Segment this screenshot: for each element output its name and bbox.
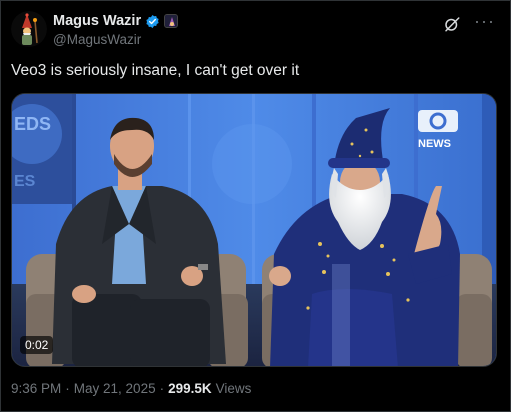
news-logo-text: NEWS [418, 138, 451, 150]
more-options-icon[interactable]: ··· [474, 11, 495, 32]
views-count[interactable]: 299.5K [168, 381, 212, 396]
author-handle[interactable]: @MagusWazir [53, 32, 178, 47]
post-date[interactable]: May 21, 2025 [74, 381, 156, 396]
post-time[interactable]: 9:36 PM [11, 381, 61, 396]
grok-icon[interactable] [443, 15, 461, 33]
meta-separator: · [159, 381, 165, 396]
video-player[interactable]: EDS ES NEWS 0:02 [11, 93, 497, 367]
affiliate-badge-icon[interactable] [164, 14, 179, 28]
bg-text-2: ES [14, 173, 36, 190]
avatar[interactable] [11, 11, 47, 47]
bg-text-1: EDS [14, 114, 51, 134]
video-duration: 0:02 [20, 336, 54, 354]
author-display-name[interactable]: Magus Wazir [53, 13, 141, 29]
meta-separator: · [65, 381, 70, 396]
verified-badge-icon [145, 14, 160, 29]
post-card[interactable]: Magus Wazir @MagusWazir ··· Veo3 is seri… [0, 0, 511, 412]
views-label: Views [215, 381, 252, 396]
post-header: Magus Wazir @MagusWazir ··· [11, 9, 501, 49]
tweet-text: Veo3 is seriously insane, I can't get ov… [11, 62, 300, 79]
video-frame: EDS ES NEWS [12, 94, 496, 366]
post-meta: 9:36 PM · May 21, 2025 · 299.5K Views [11, 381, 251, 396]
author-names: Magus Wazir @MagusWazir [53, 12, 179, 47]
